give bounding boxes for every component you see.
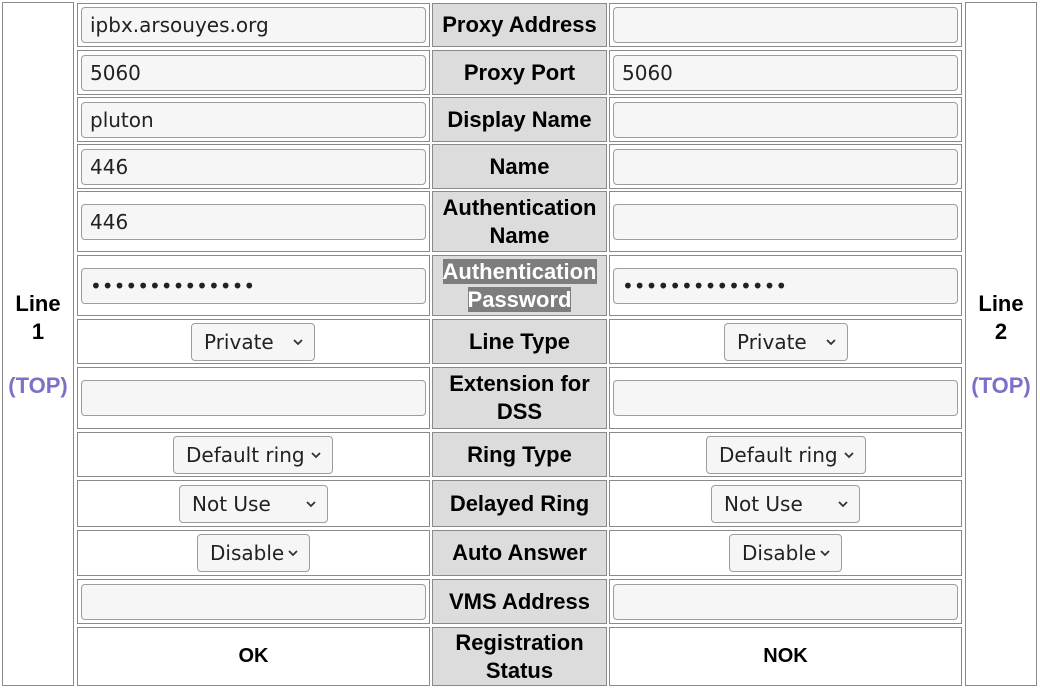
line1-vms-address-input[interactable] <box>81 583 426 620</box>
proxy-address-label: Proxy Address <box>432 3 607 47</box>
line2-auto-answer-select[interactable]: Disable <box>729 534 842 572</box>
line2-side-panel: Line 2 (TOP) <box>965 2 1037 686</box>
line2-proxy-port-cell <box>609 50 962 95</box>
line1-auto-answer-cell: Disable <box>77 530 430 576</box>
line1-delayed-ring-select[interactable]: Not Use <box>179 484 328 523</box>
ring-type-label: Ring Type <box>432 432 607 477</box>
line2-ring-type-cell: Default ring <box>609 432 962 477</box>
line1-auth-name-input[interactable] <box>81 203 426 240</box>
line2-auto-answer-cell: Disable <box>609 530 962 576</box>
chevron-down-icon <box>311 451 321 458</box>
line1-title: Line 1 <box>15 291 61 344</box>
auth-password-label: Authentication Password <box>432 255 607 316</box>
line1-auto-answer-select[interactable]: Disable <box>197 534 310 572</box>
line2-name-input[interactable] <box>613 148 958 185</box>
line1-auth-password-input[interactable] <box>81 267 426 304</box>
vms-address-label: VMS Address <box>432 579 607 624</box>
line1-top-link[interactable]: (TOP) <box>3 373 73 399</box>
line1-ext-dss-cell <box>77 367 430 429</box>
line1-auth-name-cell <box>77 191 430 252</box>
line1-delayed-ring-cell: Not Use <box>77 480 430 527</box>
line2-reg-status-value: NOK <box>763 644 808 667</box>
line1-proxy-address-cell <box>77 3 430 47</box>
line1-ext-dss-input[interactable] <box>81 380 426 416</box>
line1-ring-type-select[interactable]: Default ring <box>173 435 333 474</box>
line1-line-type-cell: Private <box>77 319 430 364</box>
line1-vms-address-cell <box>77 579 430 624</box>
line2-auth-name-input[interactable] <box>613 203 958 240</box>
line2-line-type-select[interactable]: Private <box>724 322 848 361</box>
line2-reg-status-cell: NOK <box>609 627 962 686</box>
line1-line-type-select[interactable]: Private <box>191 322 315 361</box>
proxy-port-label: Proxy Port <box>432 50 607 95</box>
line2-vms-address-input[interactable] <box>613 583 958 620</box>
chevron-down-icon <box>844 451 854 458</box>
line2-proxy-address-input[interactable] <box>613 7 958 43</box>
line2-delayed-ring-select[interactable]: Not Use <box>711 484 860 523</box>
line1-name-cell <box>77 144 430 189</box>
line1-name-input[interactable] <box>81 148 426 185</box>
chevron-down-icon <box>838 500 848 507</box>
auto-answer-label: Auto Answer <box>432 530 607 576</box>
line2-display-name-input[interactable] <box>613 101 958 138</box>
line1-auth-password-cell <box>77 255 430 316</box>
line2-ring-type-select[interactable]: Default ring <box>706 435 866 474</box>
line2-vms-address-cell <box>609 579 962 624</box>
chevron-down-icon <box>826 338 836 345</box>
delayed-ring-label: Delayed Ring <box>432 480 607 527</box>
line2-title: Line 2 <box>978 291 1024 344</box>
line1-proxy-address-input[interactable] <box>81 7 426 43</box>
line2-top-link[interactable]: (TOP) <box>966 373 1036 399</box>
line2-display-name-cell <box>609 97 962 142</box>
chevron-down-icon <box>293 338 303 345</box>
line2-delayed-ring-cell: Not Use <box>609 480 962 527</box>
line1-ring-type-cell: Default ring <box>77 432 430 477</box>
line2-ext-dss-input[interactable] <box>613 380 958 416</box>
name-label: Name <box>432 144 607 189</box>
chevron-down-icon <box>288 550 298 557</box>
line1-reg-status-value: OK <box>238 644 269 667</box>
line2-proxy-port-input[interactable] <box>613 54 958 91</box>
line2-ext-dss-cell <box>609 367 962 429</box>
line2-name-cell <box>609 144 962 189</box>
chevron-down-icon <box>306 500 316 507</box>
line1-display-name-cell <box>77 97 430 142</box>
line2-auth-name-cell <box>609 191 962 252</box>
line2-line-type-cell: Private <box>609 319 962 364</box>
display-name-label: Display Name <box>432 97 607 142</box>
reg-status-label: Registration Status <box>432 627 607 686</box>
line1-proxy-port-input[interactable] <box>81 54 426 91</box>
auth-name-label: Authentication Name <box>432 191 607 252</box>
chevron-down-icon <box>820 550 830 557</box>
line2-auth-password-input[interactable] <box>613 267 958 304</box>
line1-reg-status-cell: OK <box>77 627 430 686</box>
line1-display-name-input[interactable] <box>81 101 426 138</box>
ext-dss-label: Extension for DSS <box>432 367 607 429</box>
line2-auth-password-cell <box>609 255 962 316</box>
line1-side-panel: Line 1 (TOP) <box>2 2 74 686</box>
line2-proxy-address-cell <box>609 3 962 47</box>
line-type-label: Line Type <box>432 319 607 364</box>
line1-proxy-port-cell <box>77 50 430 95</box>
